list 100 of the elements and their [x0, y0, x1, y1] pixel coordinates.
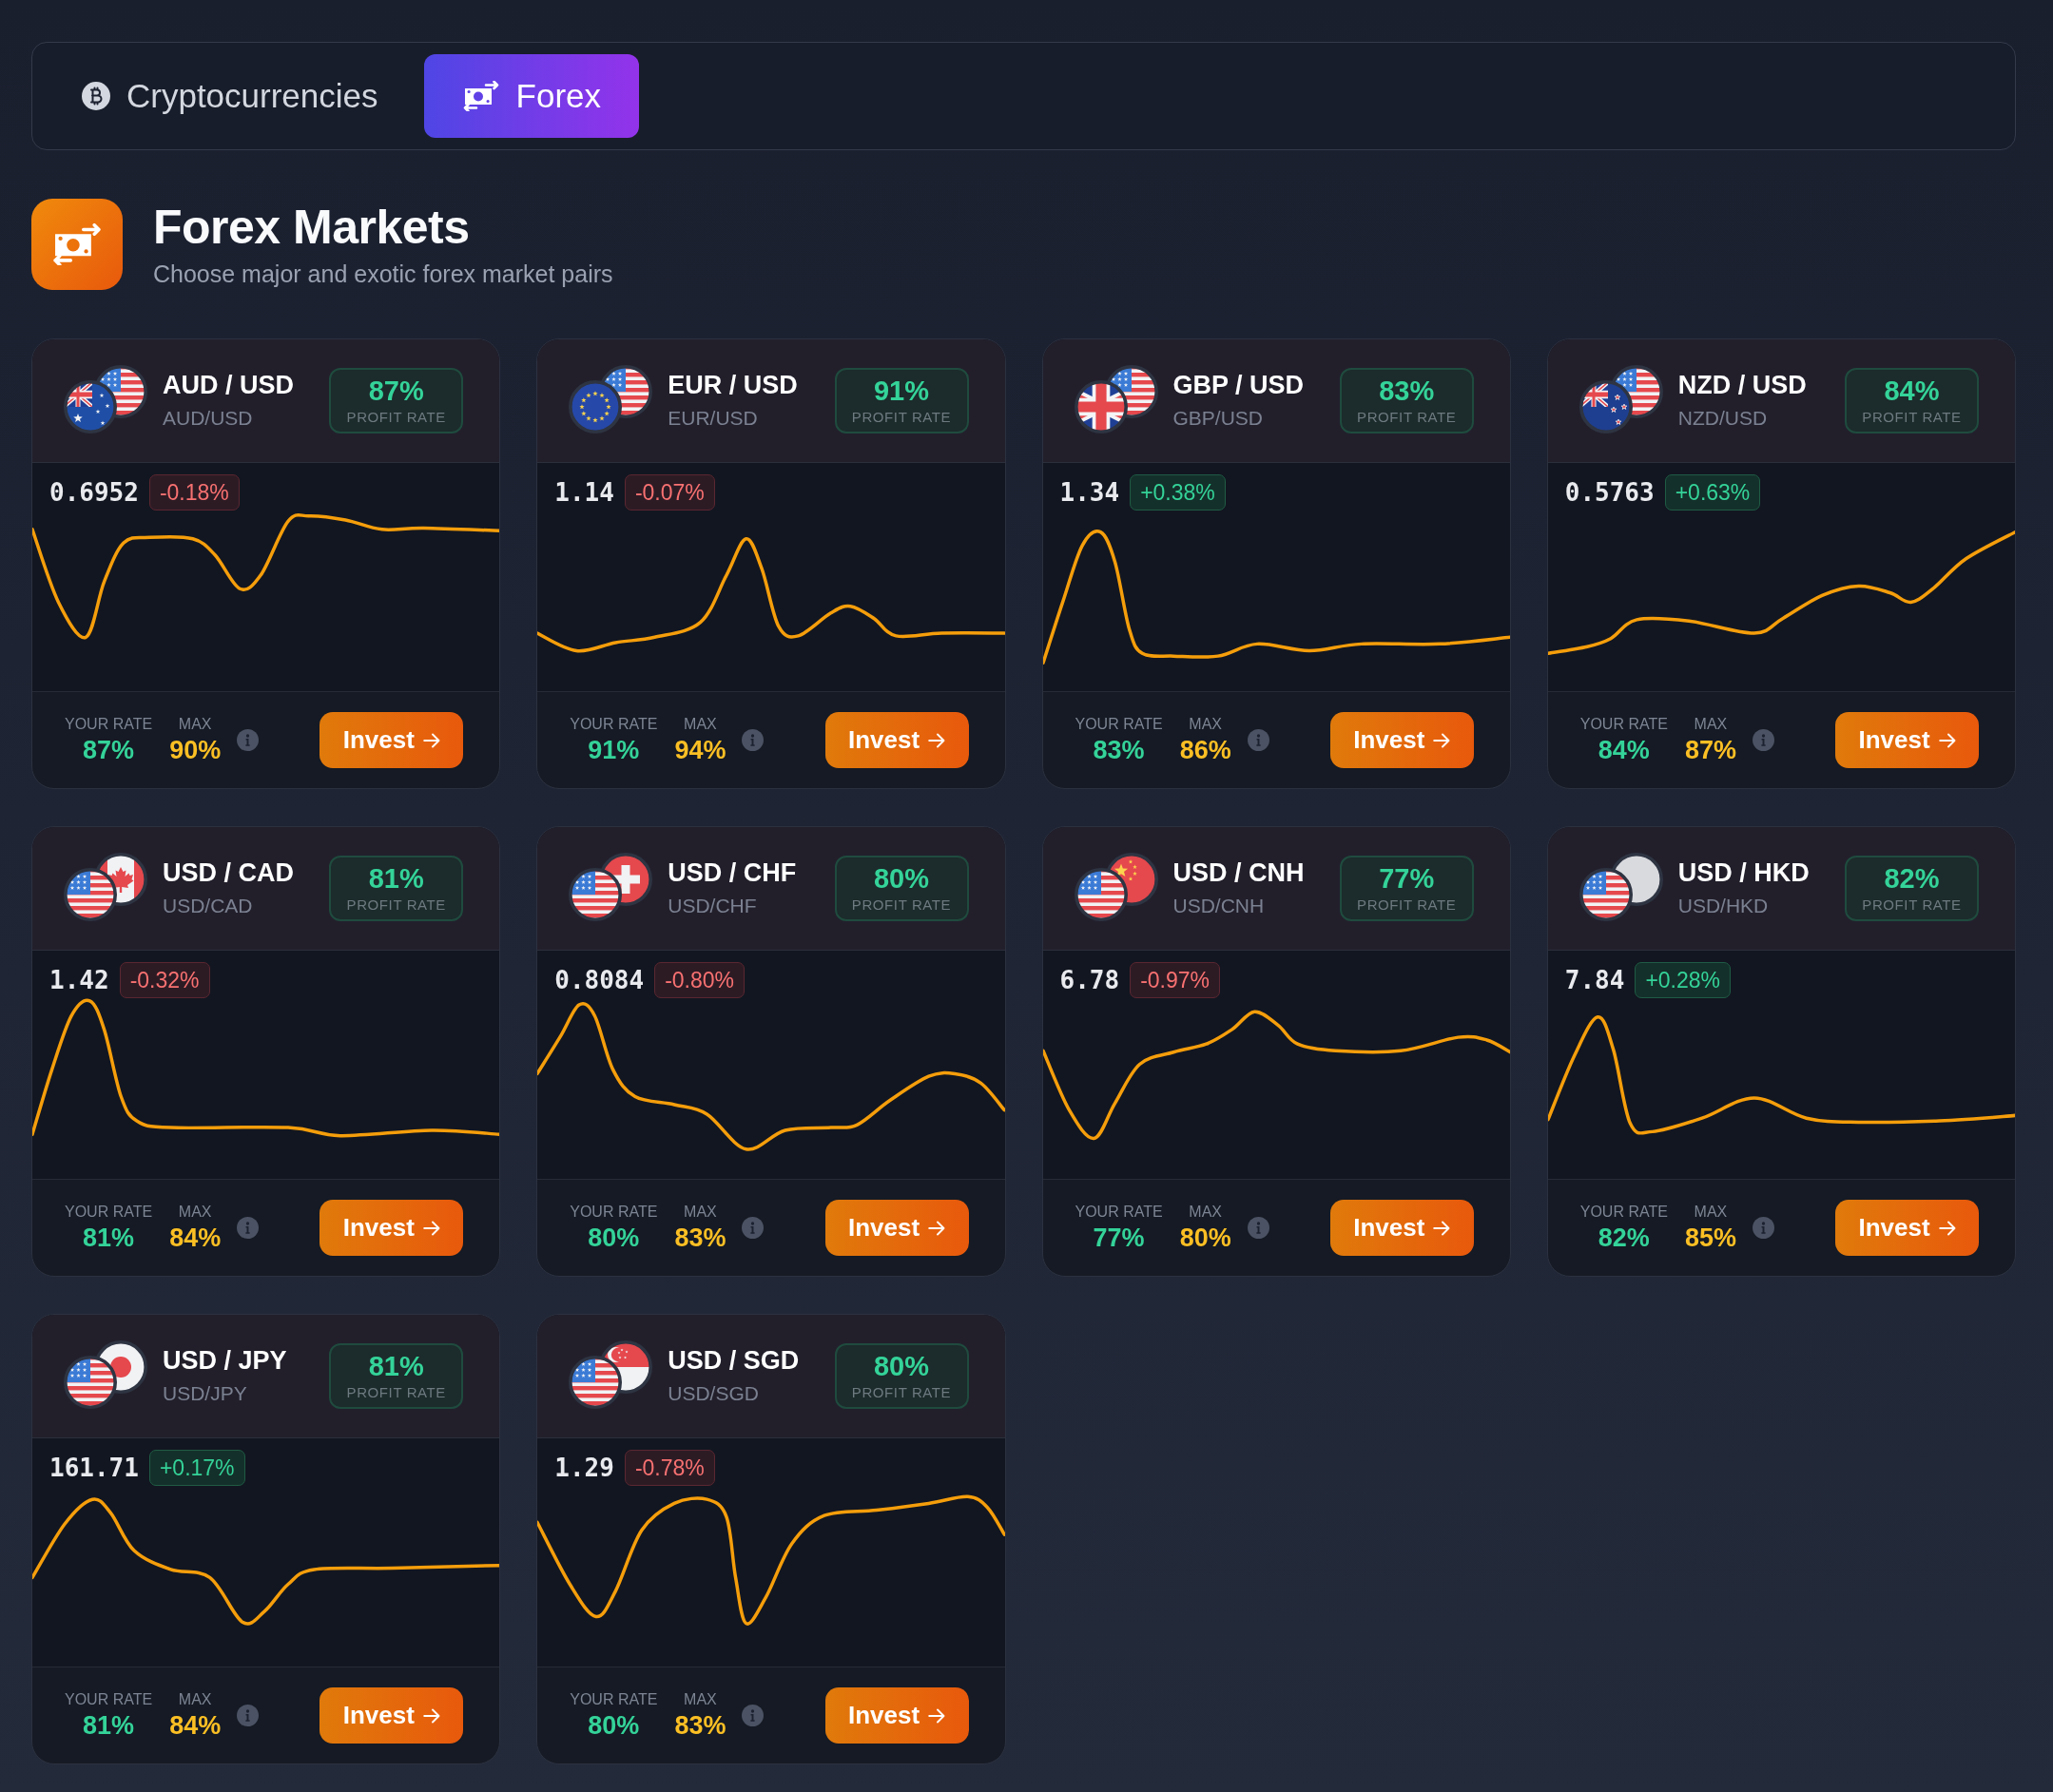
pair-title: USD / CNH	[1172, 858, 1305, 889]
price-value: 161.71	[49, 1455, 139, 1480]
max-rate-value: 85%	[1684, 1225, 1736, 1251]
price-value: 7.84	[1564, 968, 1625, 992]
price-change-badge: -0.80%	[654, 962, 746, 998]
profit-rate-label: PROFIT RATE	[346, 897, 446, 912]
profit-rate-label: PROFIT RATE	[851, 410, 952, 424]
arrow-right-icon	[1433, 1220, 1451, 1236]
profit-rate-value: 77%	[1379, 865, 1435, 893]
info-icon[interactable]	[237, 1217, 260, 1239]
info-icon[interactable]	[1752, 729, 1774, 751]
invest-button[interactable]: Invest	[1329, 1200, 1474, 1256]
max-rate-value: 87%	[1684, 738, 1736, 763]
price-change-badge: +0.17%	[148, 1450, 245, 1486]
pair-symbol: GBP/USD	[1172, 407, 1265, 431]
invest-button[interactable]: Invest	[1835, 1200, 1979, 1256]
price-value: 6.78	[1059, 968, 1120, 992]
price-value: 0.5763	[1564, 480, 1655, 505]
arrow-right-icon	[422, 732, 440, 748]
section-title: Forex Markets	[153, 201, 471, 254]
australian-flag-icon	[64, 379, 117, 434]
max-rate-label: MAX	[178, 717, 212, 732]
profit-rate-label: PROFIT RATE	[346, 1385, 446, 1399]
info-icon[interactable]	[742, 1705, 765, 1726]
max-rate-value: 80%	[1179, 1225, 1231, 1251]
profit-rate-value: 84%	[1884, 377, 1940, 405]
max-rate-value: 84%	[169, 1225, 222, 1251]
your-rate-value: 91%	[588, 738, 640, 763]
your-rate-label: YOUR RATE	[65, 717, 153, 732]
arrow-right-icon	[928, 1220, 946, 1236]
invest-button[interactable]: Invest	[1329, 712, 1474, 768]
max-rate-label: MAX	[178, 1692, 212, 1707]
profit-rate-value: 87%	[368, 377, 424, 405]
price-change-badge: -0.32%	[119, 962, 210, 998]
info-icon[interactable]	[237, 1705, 260, 1726]
section-subtitle: Choose major and exotic forex market pairs	[153, 259, 613, 288]
profit-rate-label: PROFIT RATE	[346, 410, 446, 424]
your-rate-value: 87%	[83, 738, 135, 763]
max-rate-value: 83%	[674, 1225, 726, 1251]
info-icon[interactable]	[1247, 729, 1269, 751]
pair-symbol: NZD/USD	[1677, 407, 1769, 431]
pair-symbol: USD/CHF	[668, 895, 758, 918]
pair-symbol: EUR/USD	[668, 407, 759, 431]
price-change-badge: -0.78%	[624, 1450, 715, 1486]
your-rate-value: 82%	[1598, 1225, 1650, 1251]
tab[interactable]: Forex	[423, 54, 639, 138]
info-icon[interactable]	[237, 729, 260, 751]
arrow-right-icon	[422, 1220, 440, 1236]
profit-rate-label: PROFIT RATE	[1862, 897, 1962, 912]
max-rate-label: MAX	[1694, 1204, 1728, 1220]
price-value: 0.6952	[49, 480, 139, 505]
profit-rate-value: 80%	[873, 865, 929, 893]
profit-rate-value: 81%	[368, 865, 424, 893]
arrow-right-icon	[422, 1707, 440, 1724]
invest-button[interactable]: Invest	[824, 1687, 969, 1744]
your-rate-value: 84%	[1598, 738, 1650, 763]
profit-rate-label: PROFIT RATE	[1862, 410, 1962, 424]
tab[interactable]: Cryptocurrencies	[44, 54, 416, 138]
max-rate-value: 90%	[169, 738, 222, 763]
max-rate-label: MAX	[1189, 717, 1222, 732]
pair-symbol: USD/HKD	[1677, 895, 1770, 918]
invest-button[interactable]: Invest	[320, 1687, 464, 1744]
pair-title: AUD / USD	[163, 371, 294, 401]
your-rate-label: YOUR RATE	[1579, 1204, 1668, 1220]
price-change-badge: -0.07%	[624, 474, 715, 511]
max-rate-label: MAX	[684, 717, 717, 732]
price-change-badge: +0.63%	[1664, 474, 1761, 511]
price-value: 1.34	[1059, 480, 1120, 505]
profit-rate-value: 80%	[873, 1353, 929, 1380]
invest-button[interactable]: Invest	[824, 1200, 969, 1256]
invest-button[interactable]: Invest	[320, 1200, 464, 1256]
pair-title: USD / SGD	[668, 1346, 800, 1377]
your-rate-label: YOUR RATE	[570, 1204, 658, 1220]
profit-rate-label: PROFIT RATE	[1357, 897, 1457, 912]
us-flag-icon	[64, 867, 117, 921]
price-change-badge: +0.38%	[1130, 474, 1226, 511]
profit-rate-label: PROFIT RATE	[851, 897, 952, 912]
pair-symbol: AUD/USD	[163, 407, 254, 431]
your-rate-value: 80%	[588, 1713, 640, 1739]
your-rate-label: YOUR RATE	[1579, 717, 1668, 732]
your-rate-value: 81%	[83, 1225, 135, 1251]
your-rate-label: YOUR RATE	[1075, 717, 1163, 732]
price-value: 1.42	[49, 968, 109, 992]
max-rate-value: 86%	[1179, 738, 1231, 763]
info-icon[interactable]	[742, 1217, 765, 1239]
invest-button[interactable]: Invest	[824, 712, 969, 768]
pair-title: USD / CHF	[668, 858, 797, 889]
max-rate-label: MAX	[684, 1204, 717, 1220]
arrow-right-icon	[1433, 732, 1451, 748]
invest-button[interactable]: Invest	[320, 712, 464, 768]
your-rate-value: 80%	[588, 1225, 640, 1251]
pair-symbol: USD/CAD	[163, 895, 254, 918]
info-icon[interactable]	[742, 729, 765, 751]
invest-button[interactable]: Invest	[1835, 712, 1979, 768]
your-rate-value: 83%	[1093, 738, 1145, 763]
price-value: 1.29	[554, 1455, 614, 1480]
pair-symbol: USD/SGD	[668, 1382, 760, 1406]
info-icon[interactable]	[1752, 1217, 1774, 1239]
info-icon[interactable]	[1247, 1217, 1269, 1239]
max-rate-label: MAX	[1694, 717, 1728, 732]
